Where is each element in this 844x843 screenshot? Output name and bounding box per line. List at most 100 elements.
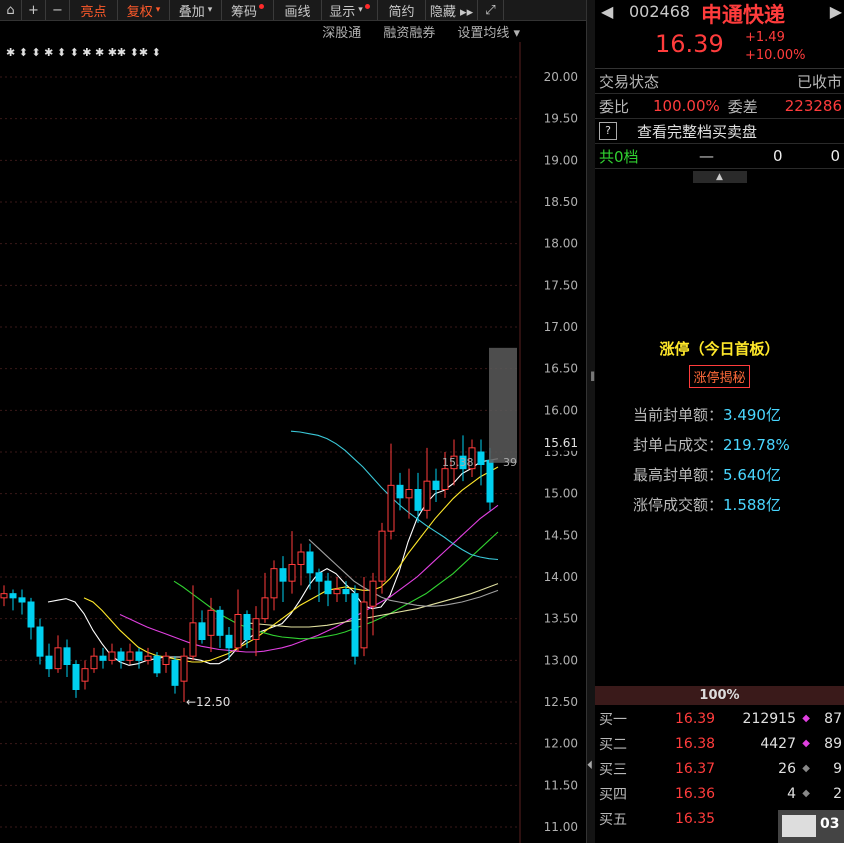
kline-chart[interactable]: 20.00 19.50 19.00 18.50 18.00 17.50 17.00 16.50… (0, 42, 586, 843)
candle-body (0, 593, 8, 599)
highlight-button[interactable]: 亮点 (70, 0, 118, 20)
y-tick-label: 19.00 (544, 153, 578, 167)
candle-body (387, 484, 395, 532)
levels-value-1: 0 (773, 147, 783, 165)
bid-extra: 2 (833, 785, 842, 802)
expand-arrow-icon[interactable]: ⏴ (587, 758, 593, 773)
bid-label: 买五 (599, 811, 627, 828)
candle-body (378, 530, 386, 582)
order-diff-value: 223286 (784, 97, 842, 115)
event-markers: ✱ ⬍ ⬍ ✱ ⬍ ⬍ ✱ ✱ ✱✱ ⬍✱ ⬍ (6, 46, 161, 59)
bid-price: 16.39 (675, 710, 716, 727)
candle-body (63, 647, 71, 665)
bid-row[interactable]: 买三 16.37 26 ◆ 9 (595, 756, 844, 781)
candle-body (351, 593, 359, 657)
bid-label: 买三 (599, 761, 627, 778)
y-tick-label: 15.00 (544, 487, 578, 501)
candle-body (315, 572, 323, 582)
zoom-in-button[interactable]: + (22, 0, 46, 20)
bid-row[interactable]: 买四 16.36 4 ◆ 2 (595, 781, 844, 806)
candle-body (306, 551, 314, 574)
y-tick-label: 13.00 (544, 653, 578, 667)
candle-body (441, 468, 449, 490)
y-tick-label: 12.00 (544, 737, 578, 751)
bid-price: 16.35 (675, 810, 716, 827)
stock-code: 002468 (629, 2, 691, 21)
collapse-up-icon[interactable]: ▲ (692, 171, 747, 183)
adjust-label: 复权 (126, 4, 153, 20)
bid-label: 买四 (599, 786, 627, 803)
current-price-label: 15.61 (544, 436, 578, 450)
home-icon[interactable]: ⌂ (0, 0, 22, 20)
bid-extra: 87 (824, 710, 842, 727)
candle-body (486, 459, 494, 503)
notify-dot-icon (364, 3, 370, 9)
stat-value: 1.588亿 (723, 496, 781, 514)
y-tick-label: 12.50 (544, 695, 578, 709)
stat-row: 最高封单额：5.640亿 (633, 460, 790, 490)
fullscreen-label: ⤢ (485, 2, 496, 18)
stock-name: 申通快递 (701, 3, 785, 27)
prev-stock-icon[interactable]: ◀ (601, 2, 613, 21)
candle-body (81, 668, 89, 682)
levels-dash: — (699, 147, 714, 165)
candle-body (360, 601, 368, 649)
candle-body (333, 589, 341, 595)
fullscreen-icon[interactable]: ⤢ (478, 0, 504, 20)
candle-body (153, 655, 161, 674)
subbar-item[interactable]: 融资融券 (383, 22, 435, 41)
candle-body (297, 551, 305, 565)
simple-label: 简约 (388, 4, 415, 20)
bid-label: 买一 (599, 711, 627, 728)
chips-button[interactable]: 筹码 (222, 0, 274, 20)
full-book-row[interactable]: ? 查看完整档买卖盘 (595, 119, 844, 144)
help-icon[interactable]: ? (599, 122, 617, 140)
adjust-button[interactable]: 复权 ▾ (118, 0, 170, 20)
full-book-link[interactable]: 查看完整档买卖盘 (637, 121, 757, 142)
candle-body (198, 622, 206, 640)
candle-body (162, 655, 170, 666)
bid-row[interactable]: 买二 16.38 4427 ◆ 89 (595, 731, 844, 756)
limit-up-stats: 当前封单额：3.490亿 封单占成交：219.78% 最高封单额：5.640亿 … (633, 400, 790, 520)
video-overlay[interactable]: 03 (778, 810, 844, 843)
bid-row[interactable]: 买一 16.39 212915 ◆ 87 (595, 706, 844, 731)
display-button[interactable]: 显示 ▾ (322, 0, 378, 20)
subbar-item[interactable]: 深股通 (322, 22, 361, 41)
candle-body (36, 626, 44, 657)
candle-body (288, 564, 296, 582)
candle-body (126, 651, 134, 661)
candle-body (99, 655, 107, 661)
candle-body (252, 618, 260, 641)
levels-row: 共0档 — 0 0 (595, 144, 844, 169)
y-tick-label: 14.00 (544, 570, 578, 584)
simple-button[interactable]: 简约 (378, 0, 426, 20)
overlay-label: 叠加 (178, 4, 205, 20)
y-tick-label: 16.50 (544, 362, 578, 376)
stat-row: 封单占成交：219.78% (633, 430, 790, 460)
bid-volume: 26 (778, 760, 796, 777)
subbar-item[interactable]: 设置均线 ▾ (457, 22, 520, 41)
limit-up-reveal-button[interactable]: 涨停揭秘 (689, 365, 750, 388)
stat-row: 涨停成交额：1.588亿 (633, 490, 790, 520)
overlay-button[interactable]: 叠加 ▾ (170, 0, 222, 20)
next-stock-icon[interactable]: ▶ (830, 2, 842, 21)
stat-label: 封单占成交： (633, 436, 724, 454)
candle-body (234, 614, 242, 649)
bid-price: 16.36 (675, 785, 716, 802)
bid-volume: 4 (787, 785, 796, 802)
bid-mark-icon: ◆ (802, 738, 810, 749)
y-tick-label: 11.50 (544, 778, 578, 792)
hide-button[interactable]: 隐藏 ▸▸ (426, 0, 478, 20)
candle-body (189, 622, 197, 657)
dropdown-arrow-icon: ▾ (207, 5, 213, 15)
ma-value-label: 39 (503, 456, 517, 469)
zoom-out-button[interactable]: − (46, 0, 70, 20)
candle-body (144, 655, 152, 661)
overlay-thumbnail (782, 815, 816, 837)
home-label: ⌂ (6, 2, 15, 18)
stock-header: ◀ 002468 申通快递 ▶ 16.39 +1.49 +10.00% (595, 0, 844, 69)
candle-body (405, 489, 413, 499)
order-book-header: 100% (595, 686, 844, 705)
y-tick-label: 13.50 (544, 612, 578, 626)
draw-line-button[interactable]: 画线 (274, 0, 322, 20)
